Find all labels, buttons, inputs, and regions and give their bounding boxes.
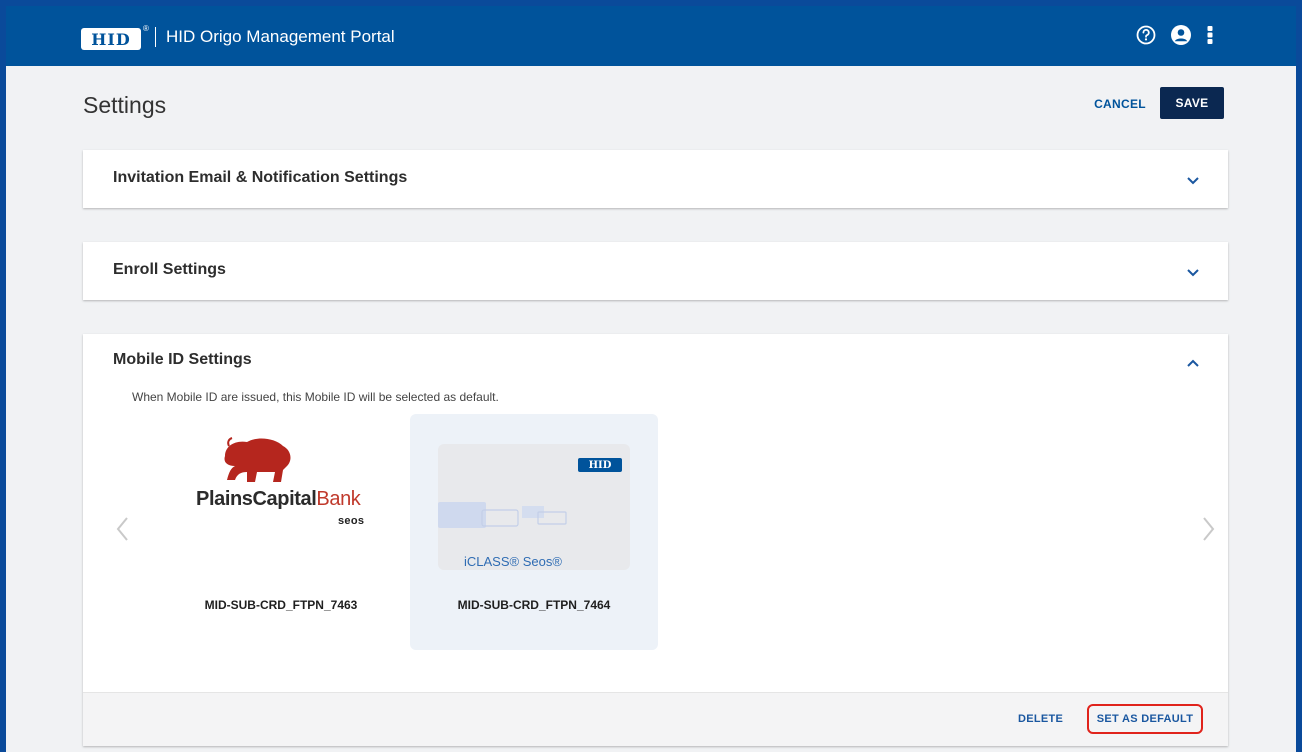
invitation-settings-title: Invitation Email & Notification Settings (113, 169, 408, 186)
enroll-settings-title: Enroll Settings (113, 261, 226, 278)
page-title: Settings (83, 92, 167, 118)
card-brand-text: iCLASS® Seos® (464, 554, 562, 569)
card-hid-logo: HID (578, 458, 622, 472)
app-title: HID Origo Management Portal (155, 27, 395, 47)
enroll-settings-panel[interactable]: Enroll Settings (83, 242, 1228, 300)
save-button[interactable]: SAVE (1160, 87, 1224, 119)
card-label: MID-SUB-CRD_FTPN_7464 (457, 598, 611, 612)
mobile-id-card-selected[interactable]: HID iCLASS® Seos® MID-SUB-CRD_FTPN_7464 (410, 414, 658, 650)
cancel-button[interactable]: CANCEL (1090, 94, 1150, 114)
hid-logo: HID (81, 28, 141, 50)
set-as-default-button[interactable]: SET AS DEFAULT (1087, 704, 1203, 734)
help-icon[interactable] (1136, 25, 1156, 50)
more-vert-icon[interactable] (1206, 25, 1214, 50)
seos-label: seos (338, 515, 365, 527)
bank-name-part1: PlainsCapital (196, 488, 317, 510)
iclass-seos-card-image: HID iCLASS® Seos® (438, 444, 630, 570)
top-icons (1136, 24, 1214, 51)
account-icon[interactable] (1170, 24, 1192, 51)
chevron-up-icon[interactable] (1184, 355, 1202, 373)
invitation-settings-panel[interactable]: Invitation Email & Notification Settings (83, 150, 1228, 208)
card-graphic-icon (438, 502, 567, 528)
bison-logo-icon (224, 437, 291, 482)
mobile-id-settings-title: Mobile ID Settings (113, 351, 252, 368)
delete-button[interactable]: DELETE (1018, 713, 1063, 725)
bank-name-part2: Bank (316, 488, 361, 510)
carousel-prev-arrow-icon[interactable] (113, 514, 133, 544)
mobile-id-card[interactable]: PlainsCapitalBank seos MID-SUB-CRD_FTPN_… (157, 414, 405, 650)
mobile-id-description: When Mobile ID are issued, this Mobile I… (132, 390, 499, 404)
top-bar: HID ® HID Origo Management Portal (6, 6, 1296, 66)
bank-name: PlainsCapitalBank (196, 488, 361, 511)
chevron-down-icon[interactable] (1184, 171, 1202, 189)
mobile-id-settings-panel: Mobile ID Settings When Mobile ID are is… (83, 334, 1228, 746)
card-label: MID-SUB-CRD_FTPN_7463 (204, 598, 358, 612)
carousel-next-arrow-icon[interactable] (1198, 514, 1218, 544)
chevron-down-icon[interactable] (1184, 263, 1202, 281)
mobile-id-actions-bar: DELETE SET AS DEFAULT (83, 692, 1228, 746)
app-frame: HID ® HID Origo Management Portal Settin… (6, 6, 1296, 752)
logo-registered-mark: ® (143, 24, 149, 33)
